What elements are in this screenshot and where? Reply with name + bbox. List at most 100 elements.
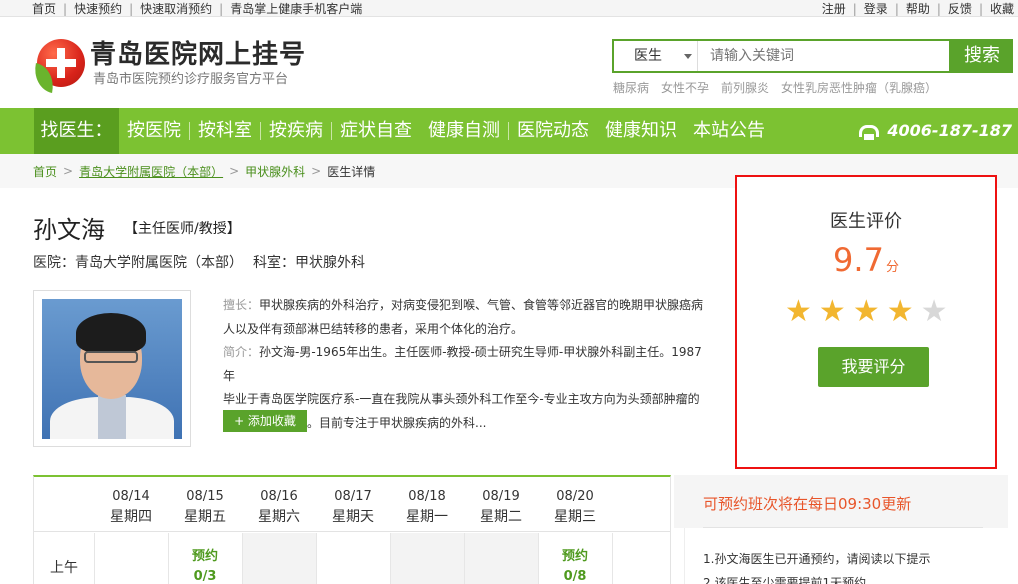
hot-keyword[interactable]: 糖尿病 [613,79,649,96]
top-left-links: 首页 | 快速预约 | 快速取消预约 | 青岛掌上健康手机客户端 [32,0,362,17]
slot-count: 0/3 [193,569,217,584]
top-link-quick-book[interactable]: 快速预约 [74,0,122,17]
top-link-feedback[interactable]: 反馈 [948,0,972,17]
doctor-portrait [42,299,182,439]
schedule-weekday: 星期六 [258,509,300,525]
schedule-date: 08/18 [408,489,446,504]
schedule-date: 08/15 [186,489,224,504]
schedule-weekday: 星期一 [406,509,448,525]
top-right-links: 注册 | 登录 | 帮助 | 反馈 | 收藏 [822,0,1014,17]
star-icon: ★ [852,294,880,329]
schedule-weekday: 星期四 [110,509,152,525]
search-input[interactable] [710,46,940,66]
specialty-label: 擅长： [223,298,260,312]
breadcrumb-current: 医生详情 [327,164,376,179]
site-subtitle: 青岛市医院预约诊疗服务官方平台 [93,72,289,87]
schedule-slot-available[interactable]: 预约 0/3 [168,533,242,584]
nav-item-by-department[interactable]: 按科室 [190,108,260,154]
add-favorite-button[interactable]: + 添加收藏 [223,410,307,432]
rating-title: 医生评价 [830,211,902,232]
top-link-register[interactable]: 注册 [822,0,846,17]
schedule-weekday: 星期五 [184,509,226,525]
top-link-mobile-client[interactable]: 青岛掌上健康手机客户端 [230,0,362,17]
logo-leaf [30,62,58,94]
rating-score-unit: 分 [885,260,899,275]
notice-item: 2.该医生至少需要提前1天预约 [703,576,867,584]
site-title[interactable]: 青岛医院网上挂号 [90,40,306,70]
nav-item-site-notice[interactable]: 本站公告 [685,108,773,154]
breadcrumb-hospital[interactable]: 青岛大学附属医院（本部） [79,163,223,180]
hot-keyword[interactable]: 前列腺炎 [721,79,769,96]
top-link-favorite[interactable]: 收藏 [990,0,1014,17]
search-type-select[interactable]: 医生 [614,41,698,71]
schedule-row-morning: 上午 [50,560,78,576]
divider: | [936,1,941,16]
top-link-help[interactable]: 帮助 [906,0,930,17]
schedule-weekday: 星期三 [554,509,596,525]
hotline-number: 4006-187-187 [887,121,1012,140]
divider [703,527,983,528]
booking-notice: 可预约班次将在每日09:30更新 1.孙文海医生已开通预约，请阅读以下提示 2.… [674,475,1008,584]
divider: | [852,1,857,16]
breadcrumb-home[interactable]: 首页 [33,163,57,180]
breadcrumb: 首页 > 青岛大学附属医院（本部） > 甲状腺外科 > 医生详情 [33,154,375,188]
schedule-weekday: 星期天 [332,509,374,525]
doctor-title: 【主任医师/教授】 [124,221,241,237]
chevron-right-icon: > [311,164,322,178]
search-box: 医生 [612,39,951,73]
specialty-line: 人以及伴有颈部淋巴结转移的患者，采用个体化的治疗。 [223,321,524,336]
top-utility-bar: 首页 | 快速预约 | 快速取消预约 | 青岛掌上健康手机客户端 注册 | 登录… [0,0,1018,17]
divider: | [894,1,899,16]
intro-label: 简介： [223,345,260,359]
search-button[interactable]: 搜索 [951,39,1013,73]
doctor-name: 孙文海 [33,216,105,244]
nav-item-by-hospital[interactable]: 按医院 [119,108,189,154]
schedule-day: 08/16 星期六 [242,487,316,527]
hot-keyword[interactable]: 女性不孕 [661,79,709,96]
star-icon: ★ [886,294,914,329]
schedule-weekday: 星期二 [480,509,522,525]
schedule-slot-empty [390,533,464,584]
schedule-header: 08/14 星期四 08/15 星期五 08/16 星期六 08/17 星期天 08/1… [34,477,670,532]
schedule-day: 08/15 星期五 [168,487,242,527]
intro-text: 孙文海-男-1965年出生。主任医师-教授-硕士研究生导师-甲状腺外科副主任。1… [223,345,702,383]
doctor-meta: 医院：青岛大学附属医院（本部） 科室：甲状腺外科 [33,254,365,272]
schedule-day: 08/14 星期四 [94,487,168,527]
star-icon: ★ [785,294,812,329]
star-icon: ★ [920,294,948,329]
nav-item-symptom-check[interactable]: 症状自查 [332,108,420,154]
top-link-login[interactable]: 登录 [864,0,888,17]
schedule-day: 08/18 星期一 [390,487,464,527]
hot-keywords: 糖尿病 女性不孕 前列腺炎 女性乳房恶性肿瘤（乳腺癌） [613,79,949,96]
rating-stars: ★ ★ ★ ★ ★ [785,295,955,329]
schedule-slot-empty [464,533,538,584]
schedule-date: 08/20 [556,489,594,504]
top-link-quick-cancel[interactable]: 快速取消预约 [140,0,212,17]
top-link-home[interactable]: 首页 [32,0,56,17]
divider: | [129,1,134,16]
doctor-hospital: 医院：青岛大学附属医院（本部） [33,255,243,271]
schedule-date: 08/17 [334,489,372,504]
nav-find-doctor-label: 找医生： [34,108,119,154]
nav-item-by-disease[interactable]: 按疾病 [261,108,331,154]
divider: | [63,1,68,16]
rate-doctor-button[interactable]: 我要评分 [818,347,929,387]
hotline: 4006-187-187 [859,108,1012,154]
divider: | [978,1,983,16]
rating-score-value: 9.7 [833,241,884,279]
nav-item-health-knowledge[interactable]: 健康知识 [597,108,685,154]
logo-cross-icon[interactable] [30,39,85,94]
phone-icon [859,125,880,140]
specialty-text: 甲状腺疾病的外科治疗，对病变侵犯到喉、气管、食管等邻近器官的晚期甲状腺癌病 [259,298,704,312]
hot-keyword[interactable]: 女性乳房恶性肿瘤（乳腺癌） [781,79,937,96]
breadcrumb-department[interactable]: 甲状腺外科 [245,163,305,180]
schedule-slot-available[interactable]: 预约 0/8 [538,533,612,584]
star-icon: ★ [818,294,846,329]
nav-item-hospital-news[interactable]: 医院动态 [509,108,597,154]
slot-book-label: 预约 [191,549,218,564]
divider: | [219,1,224,16]
schedule-date: 08/16 [260,489,298,504]
nav-items: 按医院 按科室 按疾病 症状自查 健康自测 医院动态 健康知识 本站公告 [119,108,773,154]
schedule-date: 08/19 [482,489,520,504]
nav-item-health-test[interactable]: 健康自测 [420,108,508,154]
